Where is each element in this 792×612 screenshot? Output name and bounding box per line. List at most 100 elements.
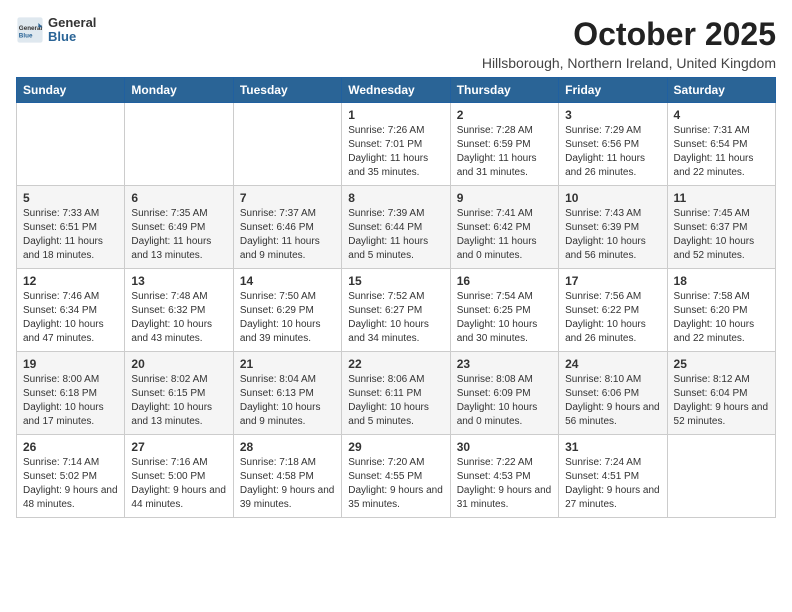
day-number: 17 [565,274,660,288]
day-info: Sunrise: 7:41 AM Sunset: 6:42 PM Dayligh… [457,207,552,263]
calendar-cell: 13 Sunrise: 7:48 AM Sunset: 6:32 PM Dayli… [125,269,233,352]
day-info: Sunrise: 7:29 AM Sunset: 6:56 PM Dayligh… [565,124,660,180]
calendar-cell: 31 Sunrise: 7:24 AM Sunset: 4:51 PM Dayli… [559,435,667,518]
calendar-week-row: 5 Sunrise: 7:33 AM Sunset: 6:51 PM Daylig… [17,186,776,269]
calendar-cell [17,103,125,186]
calendar-cell: 1 Sunrise: 7:26 AM Sunset: 7:01 PM Daylig… [342,103,450,186]
day-number: 14 [240,274,335,288]
day-number: 9 [457,191,552,205]
day-number: 2 [457,108,552,122]
calendar-cell: 24Sunrise: 8:10 AM Sunset: 6:06 PM Dayli… [559,352,667,435]
day-info: Sunrise: 8:04 AM Sunset: 6:13 PM Dayligh… [240,373,335,429]
calendar-cell: 2 Sunrise: 7:28 AM Sunset: 6:59 PM Daylig… [450,103,558,186]
logo: General Blue General Blue [16,16,96,45]
day-info: Sunrise: 7:24 AM Sunset: 4:51 PM Dayligh… [565,456,660,512]
calendar-week-row: 1 Sunrise: 7:26 AM Sunset: 7:01 PM Daylig… [17,103,776,186]
day-info: Sunrise: 7:20 AM Sunset: 4:55 PM Dayligh… [348,456,443,512]
day-info: Sunrise: 7:46 AM Sunset: 6:34 PM Dayligh… [23,290,118,346]
day-info: Sunrise: 7:31 AM Sunset: 6:54 PM Dayligh… [674,124,769,180]
calendar-cell: 19Sunrise: 8:00 AM Sunset: 6:18 PM Dayli… [17,352,125,435]
day-info: Sunrise: 8:00 AM Sunset: 6:18 PM Dayligh… [23,373,118,429]
calendar-cell: 20Sunrise: 8:02 AM Sunset: 6:15 PM Dayli… [125,352,233,435]
day-number: 5 [23,191,118,205]
calendar-cell: 12Sunrise: 7:46 AM Sunset: 6:34 PM Dayli… [17,269,125,352]
day-info: Sunrise: 7:16 AM Sunset: 5:00 PM Dayligh… [131,456,226,512]
day-number: 24 [565,357,660,371]
day-info: Sunrise: 7:35 AM Sunset: 6:49 PM Dayligh… [131,207,226,263]
title-area: October 2025 Hillsborough, Northern Irel… [482,16,776,71]
calendar-cell: 7Sunrise: 7:37 AM Sunset: 6:46 PM Daylig… [233,186,341,269]
day-info: Sunrise: 7:45 AM Sunset: 6:37 PM Dayligh… [674,207,769,263]
calendar-cell: 29 Sunrise: 7:20 AM Sunset: 4:55 PM Dayli… [342,435,450,518]
day-info: Sunrise: 7:28 AM Sunset: 6:59 PM Dayligh… [457,124,552,180]
day-number: 29 [348,440,443,454]
day-number: 13 [131,274,226,288]
day-info: Sunrise: 7:50 AM Sunset: 6:29 PM Dayligh… [240,290,335,346]
day-info: Sunrise: 7:56 AM Sunset: 6:22 PM Dayligh… [565,290,660,346]
day-number: 26 [23,440,118,454]
calendar-cell [667,435,775,518]
month-title: October 2025 [482,16,776,53]
calendar-cell: 23Sunrise: 8:08 AM Sunset: 6:09 PM Dayli… [450,352,558,435]
day-number: 22 [348,357,443,371]
day-number: 21 [240,357,335,371]
day-number: 1 [348,108,443,122]
calendar-cell: 10 Sunrise: 7:43 AM Sunset: 6:39 PM Dayli… [559,186,667,269]
logo-general-text: General [48,16,96,30]
calendar-cell: 11 Sunrise: 7:45 AM Sunset: 6:37 PM Dayli… [667,186,775,269]
day-number: 3 [565,108,660,122]
day-info: Sunrise: 7:39 AM Sunset: 6:44 PM Dayligh… [348,207,443,263]
calendar-cell: 28Sunrise: 7:18 AM Sunset: 4:58 PM Dayli… [233,435,341,518]
calendar-cell: 30 Sunrise: 7:22 AM Sunset: 4:53 PM Dayli… [450,435,558,518]
day-info: Sunrise: 8:02 AM Sunset: 6:15 PM Dayligh… [131,373,226,429]
day-info: Sunrise: 7:33 AM Sunset: 6:51 PM Dayligh… [23,207,118,263]
calendar-day-header: Monday [125,78,233,103]
day-info: Sunrise: 8:12 AM Sunset: 6:04 PM Dayligh… [674,373,769,429]
calendar-cell [125,103,233,186]
day-number: 8 [348,191,443,205]
calendar-week-row: 19Sunrise: 8:00 AM Sunset: 6:18 PM Dayli… [17,352,776,435]
day-number: 25 [674,357,769,371]
day-number: 30 [457,440,552,454]
calendar-cell [233,103,341,186]
calendar-cell: 14 Sunrise: 7:50 AM Sunset: 6:29 PM Dayli… [233,269,341,352]
calendar-cell: 21 Sunrise: 8:04 AM Sunset: 6:13 PM Dayli… [233,352,341,435]
day-info: Sunrise: 7:22 AM Sunset: 4:53 PM Dayligh… [457,456,552,512]
day-number: 6 [131,191,226,205]
calendar-cell: 8 Sunrise: 7:39 AM Sunset: 6:44 PM Daylig… [342,186,450,269]
logo-text: General Blue [48,16,96,45]
calendar-day-header: Thursday [450,78,558,103]
day-number: 23 [457,357,552,371]
day-info: Sunrise: 7:54 AM Sunset: 6:25 PM Dayligh… [457,290,552,346]
day-info: Sunrise: 7:48 AM Sunset: 6:32 PM Dayligh… [131,290,226,346]
day-info: Sunrise: 7:43 AM Sunset: 6:39 PM Dayligh… [565,207,660,263]
logo-icon: General Blue [16,16,44,44]
calendar-cell: 25 Sunrise: 8:12 AM Sunset: 6:04 PM Dayli… [667,352,775,435]
svg-text:Blue: Blue [19,33,33,40]
day-number: 31 [565,440,660,454]
calendar-cell: 18 Sunrise: 7:58 AM Sunset: 6:20 PM Dayli… [667,269,775,352]
day-info: Sunrise: 7:26 AM Sunset: 7:01 PM Dayligh… [348,124,443,180]
calendar-header-row: SundayMondayTuesdayWednesdayThursdayFrid… [17,78,776,103]
calendar-table: SundayMondayTuesdayWednesdayThursdayFrid… [16,77,776,518]
day-number: 18 [674,274,769,288]
location-title: Hillsborough, Northern Ireland, United K… [482,55,776,71]
calendar-cell: 15Sunrise: 7:52 AM Sunset: 6:27 PM Dayli… [342,269,450,352]
calendar-day-header: Sunday [17,78,125,103]
calendar-week-row: 12Sunrise: 7:46 AM Sunset: 6:34 PM Dayli… [17,269,776,352]
day-info: Sunrise: 8:06 AM Sunset: 6:11 PM Dayligh… [348,373,443,429]
calendar-day-header: Saturday [667,78,775,103]
day-number: 10 [565,191,660,205]
page-header: General Blue General Blue October 2025 H… [16,16,776,71]
calendar-cell: 3 Sunrise: 7:29 AM Sunset: 6:56 PM Daylig… [559,103,667,186]
logo-blue-text: Blue [48,30,96,44]
day-number: 16 [457,274,552,288]
day-info: Sunrise: 7:58 AM Sunset: 6:20 PM Dayligh… [674,290,769,346]
day-number: 4 [674,108,769,122]
day-number: 11 [674,191,769,205]
calendar-cell: 6 Sunrise: 7:35 AM Sunset: 6:49 PM Daylig… [125,186,233,269]
calendar-day-header: Friday [559,78,667,103]
calendar-day-header: Wednesday [342,78,450,103]
day-number: 27 [131,440,226,454]
calendar-cell: 27 Sunrise: 7:16 AM Sunset: 5:00 PM Dayli… [125,435,233,518]
